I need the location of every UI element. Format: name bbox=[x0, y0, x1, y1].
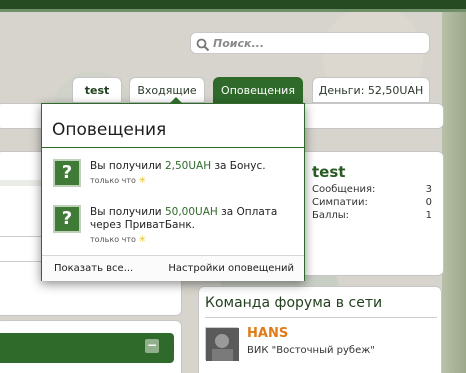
notification-text: Вы получили 50,00UAH за Оплата через При… bbox=[90, 206, 302, 232]
stat-label: Симпатии: bbox=[312, 197, 368, 208]
stat-row: Сообщения: 3 bbox=[312, 184, 432, 195]
stat-row: Баллы: 1 bbox=[312, 210, 432, 221]
tab-alerts[interactable]: Оповещения bbox=[213, 77, 303, 103]
search-input[interactable] bbox=[213, 35, 423, 52]
staff-online-box: Команда форума в сети HANS ВИК "Восточны… bbox=[198, 286, 442, 373]
alerts-popup: Оповещения ? Вы получили 2,50UAH за Бону… bbox=[41, 97, 305, 281]
stat-label: Сообщения: bbox=[312, 184, 376, 195]
question-icon: ? bbox=[53, 205, 81, 233]
new-star-icon: ✳ bbox=[138, 235, 147, 245]
tab-money[interactable]: Деньги: 52,50UAH bbox=[312, 77, 430, 103]
stat-value: 3 bbox=[425, 184, 432, 195]
search-icon bbox=[196, 37, 210, 52]
search-box[interactable] bbox=[190, 32, 430, 54]
stat-row: Симпатии: 0 bbox=[312, 197, 432, 208]
staff-avatar[interactable] bbox=[205, 327, 239, 361]
stat-label: Баллы: bbox=[312, 210, 350, 221]
popup-arrow bbox=[169, 97, 183, 104]
popup-divider bbox=[42, 147, 304, 148]
top-header-accent bbox=[0, 9, 466, 12]
question-icon: ? bbox=[53, 159, 81, 187]
notification-text: Вы получили 2,50UAH за Бонус. bbox=[90, 160, 302, 173]
tab-inbox[interactable]: Входящие bbox=[129, 77, 205, 103]
new-star-icon: ✳ bbox=[138, 176, 147, 186]
notification-prefix: Вы получили bbox=[90, 160, 165, 172]
popup-footer: Показать все... Настройки оповещений bbox=[42, 255, 304, 281]
popup-title: Оповещения bbox=[52, 120, 167, 140]
notification-amount[interactable]: 2,50UAH bbox=[165, 160, 211, 172]
time-text: только что bbox=[90, 176, 136, 185]
stat-value: 0 bbox=[425, 197, 432, 208]
top-header-bar bbox=[0, 0, 466, 9]
stat-value: 1 bbox=[425, 210, 432, 221]
show-all-link[interactable]: Показать все... bbox=[54, 263, 133, 274]
notification-time: только что ✳ bbox=[90, 176, 146, 186]
collapse-icon[interactable]: − bbox=[145, 339, 159, 353]
staff-rank: ВИК "Восточный рубеж" bbox=[247, 345, 375, 356]
notification-prefix: Вы получили bbox=[90, 206, 165, 218]
notification-time: только что ✳ bbox=[90, 235, 146, 245]
staff-name[interactable]: HANS bbox=[247, 326, 288, 341]
notification-amount[interactable]: 50,00UAH bbox=[165, 206, 218, 218]
notification-suffix: за Бонус. bbox=[211, 160, 266, 172]
tab-user[interactable]: test bbox=[72, 77, 122, 103]
staff-online-title: Команда форума в сети bbox=[205, 295, 383, 311]
side-background-strip bbox=[442, 12, 466, 373]
profile-username[interactable]: test bbox=[312, 163, 345, 181]
divider bbox=[205, 317, 437, 318]
time-text: только что bbox=[90, 235, 136, 244]
alert-settings-link[interactable]: Настройки оповещений bbox=[168, 263, 294, 274]
